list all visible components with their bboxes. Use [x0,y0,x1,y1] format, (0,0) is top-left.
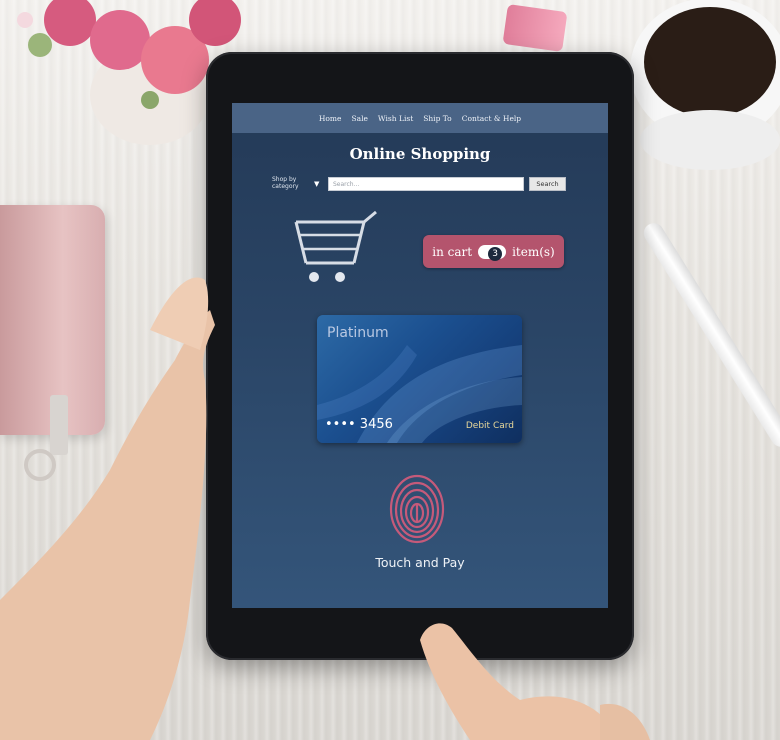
nav-home[interactable]: Home [319,114,342,123]
search-input[interactable]: Search... [328,177,524,191]
cart-count: 3 [488,246,503,261]
coffee-cup [630,0,780,170]
touch-and-pay-label: Touch and Pay [375,555,465,570]
lipstick-decoration [502,4,568,52]
cart-suffix-label: item(s) [512,244,555,259]
card-type-label: Debit Card [465,421,514,431]
clasp-decoration [24,395,68,481]
card-number: •••• 3456 [325,417,393,432]
nav-ship-to[interactable]: Ship To [423,114,452,123]
nav-wish-list[interactable]: Wish List [378,114,413,123]
cart-count-pill: 3 [478,244,507,261]
stylus-pen [640,219,780,451]
page-title: Online Shopping [349,145,491,163]
fingerprint-icon[interactable] [388,473,446,545]
tablet-screen: Home Sale Wish List Ship To Contact & He… [232,103,608,608]
shopping-cart-icon[interactable] [292,208,384,286]
top-navigation: Home Sale Wish List Ship To Contact & He… [232,103,608,133]
payment-card[interactable]: Platinum •••• 3456 Debit Card [317,315,522,443]
category-dropdown-label[interactable]: Shop by category [272,176,317,190]
card-tier-label: Platinum [327,325,389,341]
cart-items-badge[interactable]: in cart 3 item(s) [423,235,564,268]
nav-contact-help[interactable]: Contact & Help [462,114,521,123]
dropdown-arrow-icon[interactable]: ▼ [314,180,319,188]
search-button[interactable]: Search [529,177,566,191]
cart-prefix-label: in cart [432,244,473,259]
nav-sale[interactable]: Sale [351,114,367,123]
